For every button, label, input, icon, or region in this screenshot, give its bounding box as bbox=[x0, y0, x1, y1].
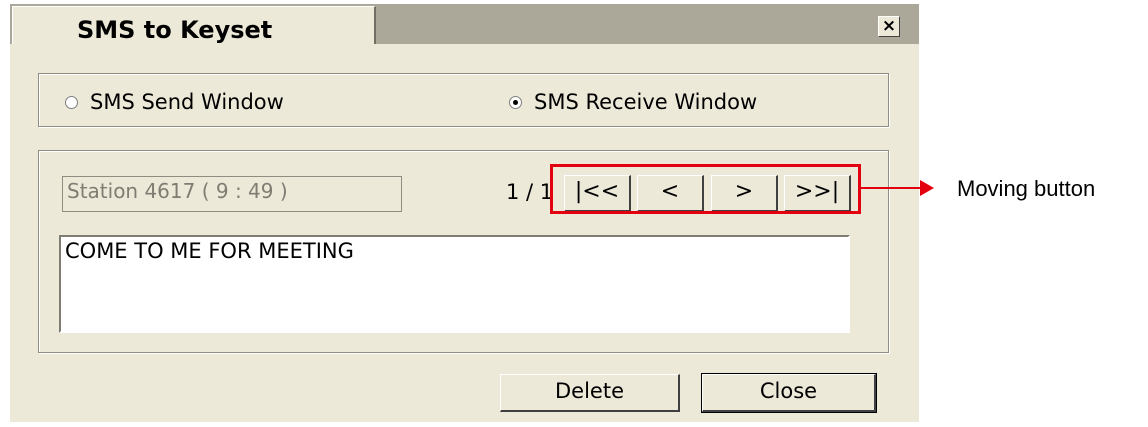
message-counter: 1 / 1 bbox=[506, 180, 554, 204]
moving-button-highlight bbox=[550, 164, 861, 214]
message-textarea[interactable]: COME TO ME FOR MEETING bbox=[59, 235, 850, 333]
callout-arrow-line bbox=[861, 187, 924, 189]
callout-label: Moving button bbox=[957, 176, 1096, 201]
station-field: Station 4617 ( 9 : 49 ) bbox=[62, 176, 402, 212]
radio-selected-icon[interactable] bbox=[509, 95, 522, 109]
radio-sms-send[interactable]: SMS Send Window bbox=[65, 90, 284, 114]
radio-unselected-icon[interactable] bbox=[65, 95, 78, 109]
callout-arrow-icon bbox=[920, 180, 934, 196]
radio-sms-send-label: SMS Send Window bbox=[90, 90, 284, 114]
radio-sms-receive[interactable]: SMS Receive Window bbox=[509, 90, 757, 114]
delete-button[interactable]: Delete bbox=[500, 374, 680, 412]
close-button[interactable]: Close bbox=[701, 373, 877, 413]
title-bar: SMS to Keyset × bbox=[10, 4, 919, 44]
close-icon[interactable]: × bbox=[878, 16, 900, 37]
dialog-title: SMS to Keyset bbox=[12, 6, 376, 44]
radio-sms-receive-label: SMS Receive Window bbox=[534, 90, 758, 114]
